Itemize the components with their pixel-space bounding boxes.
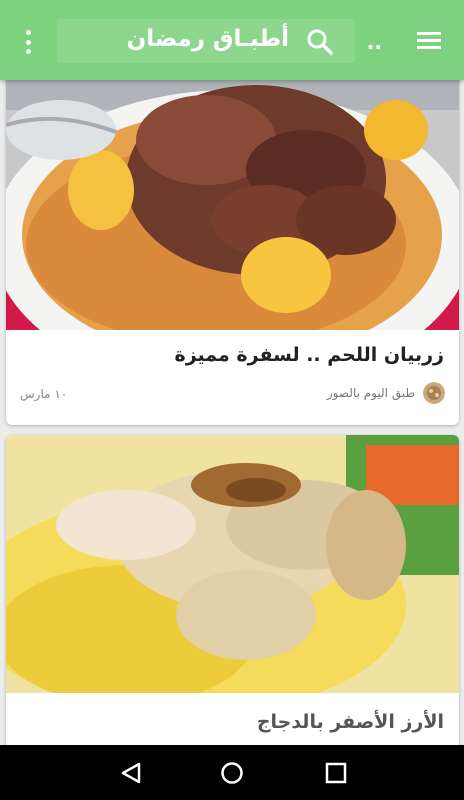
recipe-card[interactable]: زربيان اللحم .. لسفرة مميزة طبق اليوم با… [6,80,459,425]
hamburger-menu-icon[interactable] [414,28,444,54]
app-title: أطبـاق رمضان [126,26,289,52]
source-name: طبق اليوم بالصور [326,386,415,400]
recipe-title[interactable]: زربيان اللحم .. لسفرة مميزة [175,344,444,366]
recent-square-icon[interactable] [322,759,350,787]
recipe-title[interactable]: الأرز الأصفر بالدجاج [257,711,444,733]
recipe-card[interactable]: الأرز الأصفر بالدجاج [6,435,459,745]
recipe-source[interactable]: طبق اليوم بالصور [327,382,445,404]
back-triangle-icon[interactable] [118,759,146,787]
recipe-image-meat-rice [6,80,459,330]
home-circle-icon[interactable] [218,759,246,787]
source-avatar [423,382,445,404]
more-vert-icon[interactable] [14,26,42,58]
system-nav-bar [0,745,464,800]
recipe-feed[interactable]: زربيان اللحم .. لسفرة مميزة طبق اليوم با… [0,80,464,745]
app-bar: .. أطبـاق رمضان [0,0,464,80]
recipe-image-yellow-rice-chicken [6,435,459,693]
search-icon[interactable] [306,28,334,56]
recipe-date: ١٠ مارس [20,387,68,401]
